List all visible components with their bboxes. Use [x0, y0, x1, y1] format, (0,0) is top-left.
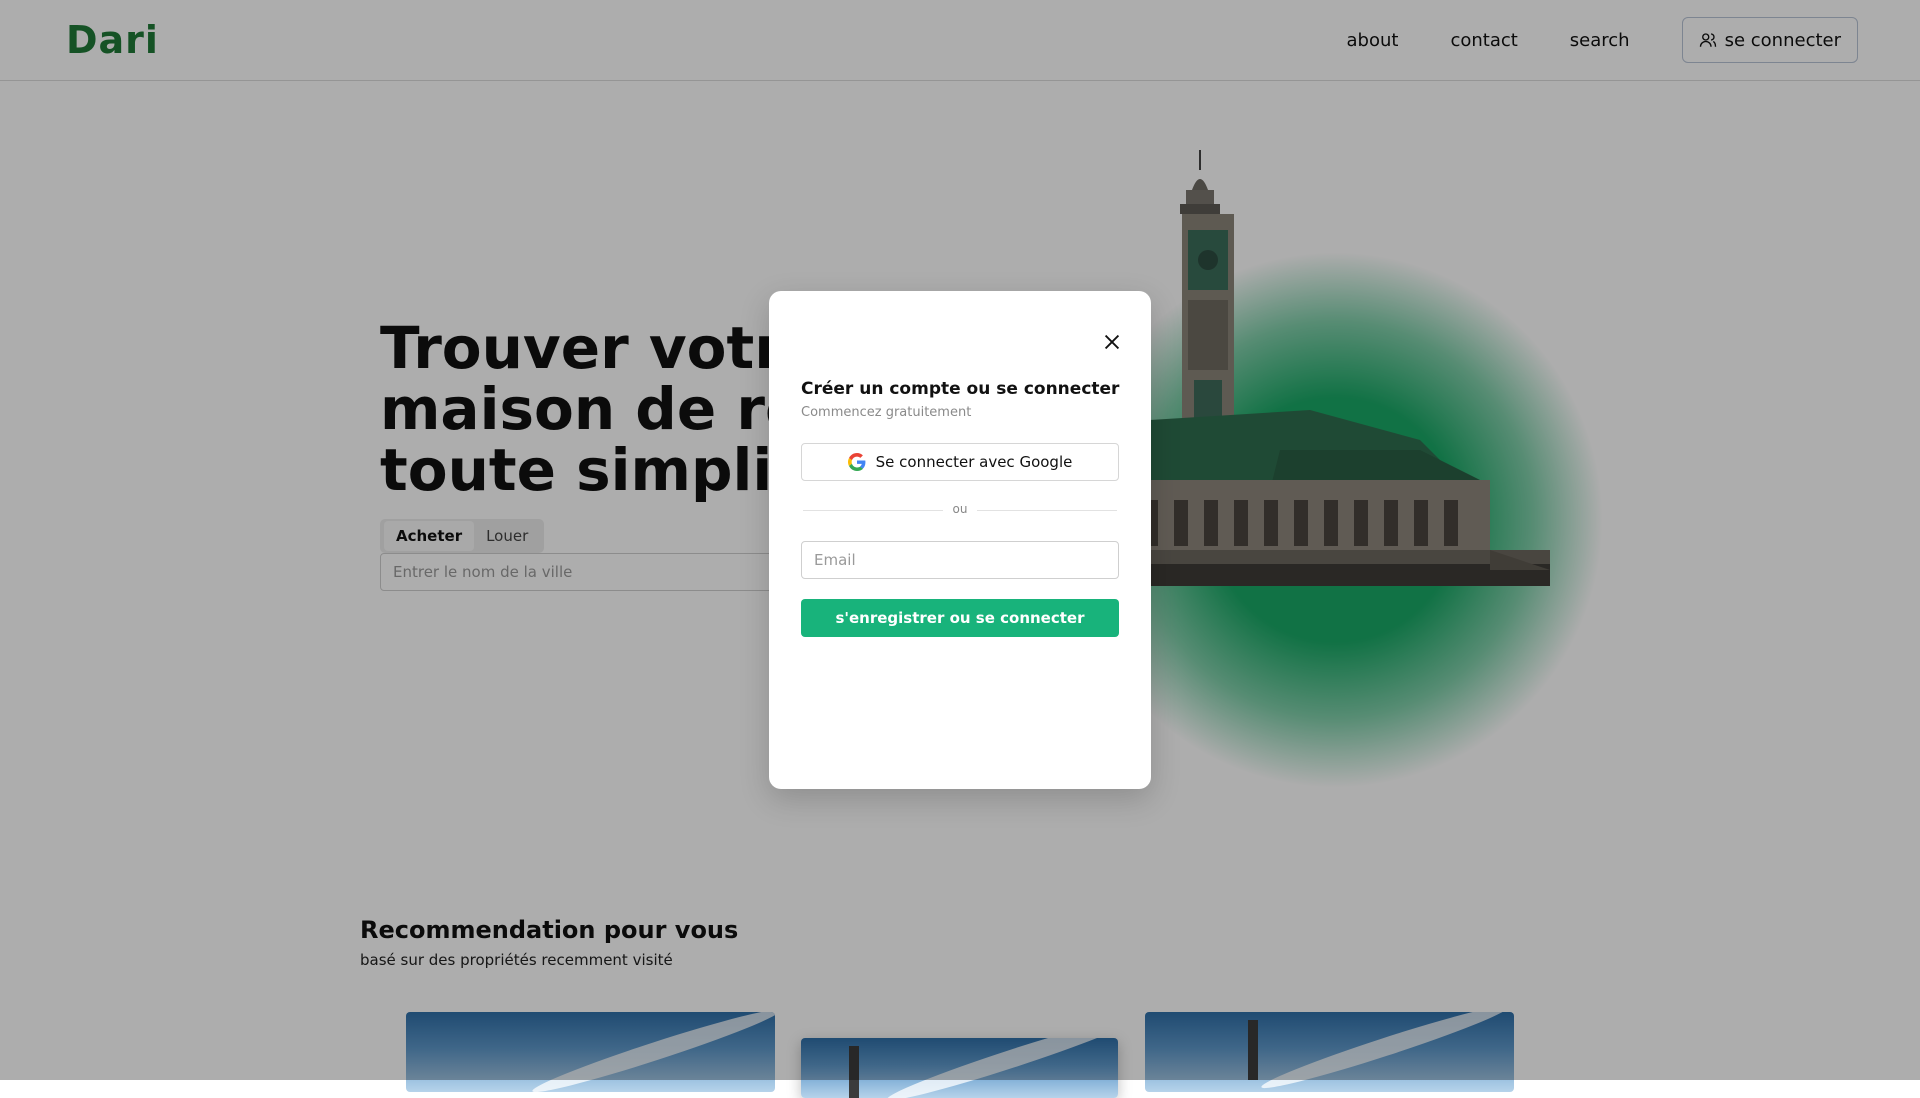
modal-title: Créer un compte ou se connecter	[801, 379, 1120, 399]
divider-line	[977, 510, 1117, 511]
or-text: ou	[952, 502, 968, 516]
google-signin-button[interactable]: Se connecter avec Google	[801, 443, 1119, 481]
close-icon[interactable]	[1101, 331, 1123, 353]
email-field[interactable]	[801, 541, 1119, 579]
or-divider: ou	[803, 502, 1117, 518]
google-signin-label: Se connecter avec Google	[875, 453, 1073, 471]
register-or-login-button[interactable]: s'enregistrer ou se connecter	[801, 599, 1119, 637]
modal-subtitle: Commencez gratuitement	[801, 405, 972, 420]
auth-modal: Créer un compte ou se connecter Commence…	[769, 291, 1151, 789]
google-icon	[847, 453, 866, 471]
